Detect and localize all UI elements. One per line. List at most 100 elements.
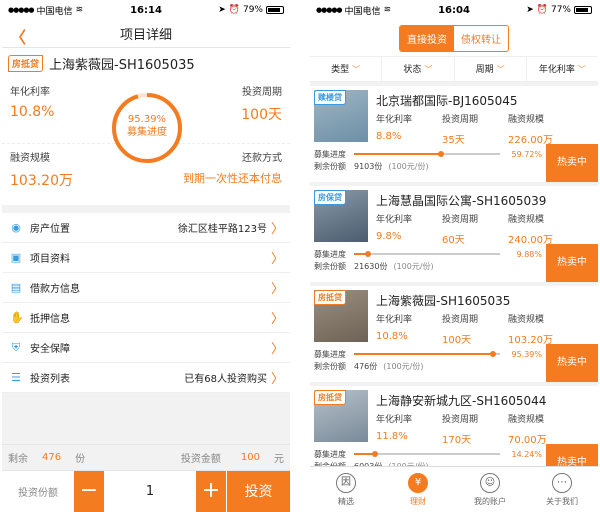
quantity-input[interactable]: 1	[104, 484, 196, 499]
remain-value: 476份	[354, 361, 378, 371]
chevron-down-icon: ﹀	[577, 65, 586, 74]
featured-icon: 因	[336, 473, 356, 493]
detail-row[interactable]: ▣ 项目资料 〉	[2, 243, 290, 273]
filter-period[interactable]: 周期 ﹀	[455, 57, 527, 81]
loan-type-badge: 房抵贷	[314, 390, 346, 405]
nav-bar: 〈 项目详细	[2, 20, 290, 48]
project-card[interactable]: 房保贷 上海慧晶国际公寓-SH1605039 年化利率 9.8% 投资周期 60天 融资规模…	[310, 186, 598, 282]
detail-row-label: 房产位置	[30, 224, 70, 235]
remain-label: 剩余份额	[314, 161, 346, 171]
back-icon[interactable]: 〈	[10, 24, 26, 48]
chevron-right-icon: 〉	[270, 222, 284, 237]
unit-note: (100元/份)	[393, 261, 434, 271]
rate-value: 11.8%	[376, 431, 408, 442]
remain-label: 剩余	[8, 454, 28, 465]
filter-rate[interactable]: 年化利率 ﹀	[527, 57, 598, 81]
chevron-right-icon: 〉	[270, 282, 284, 297]
remain-value: 9103份	[354, 161, 383, 171]
project-card[interactable]: 赎楼贷 北京瑞都国际-BJ1605045 年化利率 8.8% 投资周期 35天 融资规模 22…	[310, 86, 598, 182]
tab-more[interactable]: ⋯ 关于我们	[526, 467, 598, 512]
project-list: 赎楼贷 北京瑞都国际-BJ1605045 年化利率 8.8% 投资周期 35天 融资规模 22…	[310, 82, 598, 482]
progress-percent: 14.24%	[511, 449, 542, 459]
period-value: 35天	[442, 135, 465, 146]
status-bar: ●●●●● 中国电信 ≋ 16:04 ➤ ⏰ 77%	[310, 0, 598, 20]
detail-row[interactable]: ⛨ 安全保障 〉	[2, 333, 290, 363]
chevron-down-icon: ﹀	[424, 65, 433, 74]
chevron-down-icon: ﹀	[496, 65, 505, 74]
progress-bar	[354, 151, 500, 157]
rate-label: 年化利率	[376, 115, 413, 125]
hot-sale-button[interactable]: 热卖中	[546, 144, 598, 182]
detail-row-label: 借款方信息	[30, 284, 80, 295]
remain-label: 剩余份额	[314, 361, 346, 371]
list-icon: ☰	[11, 370, 21, 384]
account-icon: ☺	[480, 473, 500, 493]
wifi-icon: ≋	[383, 5, 392, 15]
alarm-icon: ⏰	[536, 5, 548, 15]
project-detail-screen: ●●●●● 中国电信 ≋ 16:14 ➤ ⏰ 79% 〈 项目详细 房抵贷 上海紫薇园-…	[2, 0, 290, 512]
amount-unit: 元	[274, 454, 284, 465]
detail-row[interactable]: ☰ 投资列表 已有68人投资购买〉	[2, 363, 290, 393]
chevron-down-icon: ﹀	[352, 65, 361, 74]
scale-label: 融资规模	[508, 415, 545, 425]
page-title: 项目详细	[119, 28, 172, 43]
location-icon: ◉	[11, 220, 21, 234]
tab-account[interactable]: ☺ 我的账户	[454, 467, 526, 512]
progress-bar	[354, 251, 500, 257]
detail-row-label: 投资列表	[30, 374, 70, 385]
hot-sale-button[interactable]: 热卖中	[546, 244, 598, 282]
progress-label: 募集进度	[314, 249, 346, 259]
project-card[interactable]: 房抵贷 上海紫薇园-SH1605035 年化利率 10.8% 投资周期 100天 融资规模 1…	[310, 286, 598, 382]
rate-label: 年化利率	[376, 215, 413, 225]
remaining-bar: 剩余 476 份 投资金额 100 元	[2, 444, 290, 470]
tab-direct-invest[interactable]: 直接投资	[400, 25, 454, 51]
rate-label: 年化利率	[10, 87, 50, 98]
invest-button[interactable]: 投资	[226, 470, 290, 512]
hot-sale-button[interactable]: 热卖中	[546, 344, 598, 382]
progress-label: 募集进度	[314, 149, 346, 159]
filter-status[interactable]: 状态 ﹀	[382, 57, 455, 81]
period-label: 投资周期	[442, 215, 479, 225]
project-photo: 房抵贷	[314, 390, 368, 442]
project-list-screen: ●●●●● 中国电信 ≋ 16:04 ➤ ⏰ 77% 直接投资 债权转让 类型 ﹀ 状态…	[310, 0, 598, 512]
progress-label: 募集进度	[314, 449, 346, 459]
detail-row[interactable]: ▤ 借款方信息 〉	[2, 273, 290, 303]
detail-row[interactable]: ◉ 房产位置 徐汇区桂平路123号〉	[2, 213, 290, 243]
progress-label: 募集进度	[127, 127, 167, 138]
detail-row-label: 安全保障	[30, 344, 70, 355]
period-value: 100天	[442, 335, 472, 346]
plus-button[interactable]: +	[196, 470, 226, 512]
detail-row[interactable]: ✋ 抵押信息 〉	[2, 303, 290, 333]
amount-label: 投资金额	[180, 454, 221, 465]
tab-bar: 因精选 ¥ 理财 ☺ 我的账户 ⋯ 关于我们	[310, 466, 598, 512]
project-name: 上海静安新城九区-SH1605044	[376, 394, 547, 408]
battery-icon	[574, 6, 592, 14]
battery-percent: 77%	[550, 5, 571, 15]
document-icon: ▤	[10, 280, 22, 294]
rate-label: 年化利率	[376, 315, 413, 325]
rate-value: 10.8%	[10, 104, 55, 120]
scale-label: 融资规模	[508, 215, 545, 225]
status-bar: ●●●●● 中国电信 ≋ 16:14 ➤ ⏰ 79%	[2, 0, 290, 20]
progress-percent: 9.88%	[516, 249, 542, 259]
tab-debt-transfer[interactable]: 债权转让	[454, 26, 508, 51]
image-icon: ▣	[10, 250, 22, 264]
filter-bar: 类型 ﹀ 状态 ﹀ 周期 ﹀ 年化利率 ﹀	[310, 56, 598, 82]
invest-bar: 投资份额 − 1 + 投资	[2, 470, 290, 512]
progress-percent: 95.39%	[127, 114, 167, 125]
progress-percent: 95.39%	[511, 349, 542, 359]
unit-note: (100元/份)	[388, 161, 429, 171]
remain-value: 21630份	[354, 261, 388, 271]
project-photo: 赎楼贷	[314, 90, 368, 142]
project-name: 上海紫薇园-SH1605035	[376, 294, 511, 308]
chevron-right-icon: 〉	[270, 342, 284, 357]
progress-percent: 59.72%	[511, 149, 542, 159]
minus-button[interactable]: −	[74, 470, 104, 512]
tab-featured[interactable]: 因精选	[310, 467, 382, 512]
loan-type-badge: 房抵贷	[8, 55, 44, 72]
repay-value: 到期一次性还本付息	[183, 172, 282, 185]
filter-type[interactable]: 类型 ﹀	[310, 57, 383, 81]
project-title: 上海紫薇园-SH1605035	[49, 58, 195, 73]
rate-value: 10.8%	[376, 331, 408, 342]
tab-finance[interactable]: ¥ 理财	[382, 467, 454, 512]
